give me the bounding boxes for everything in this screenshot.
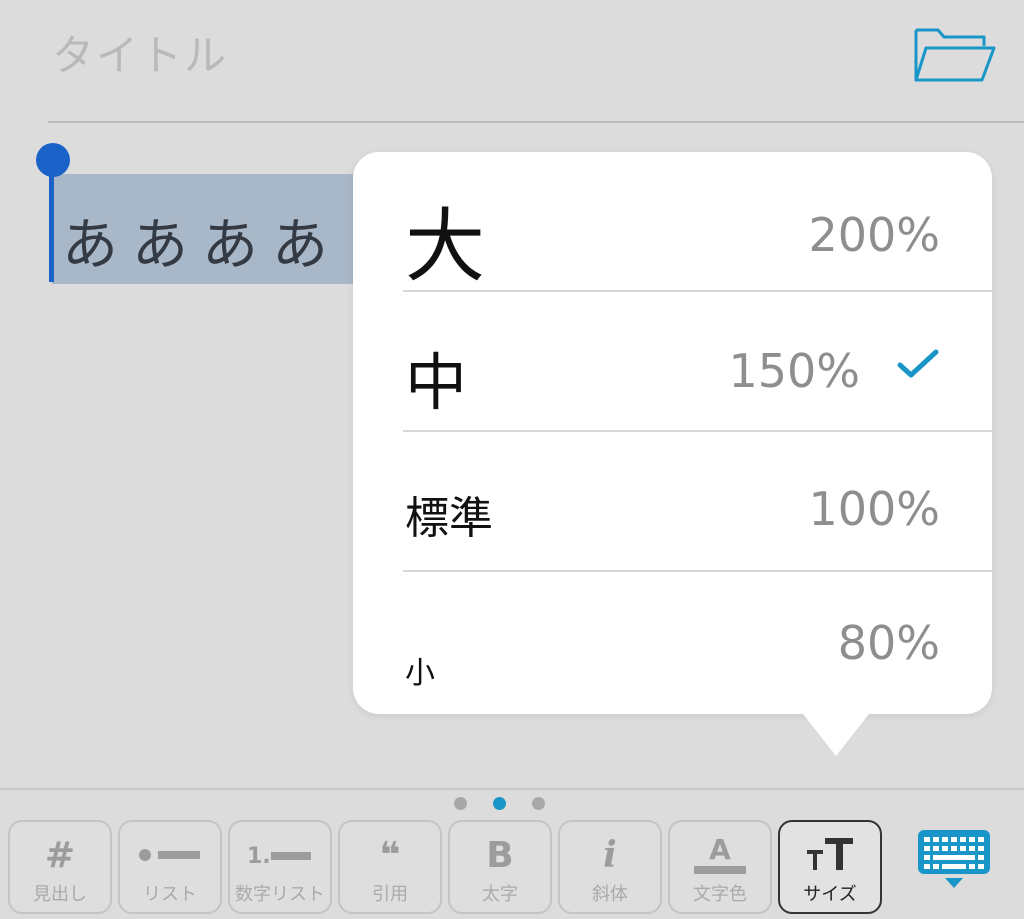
tool-label: 太字 — [482, 884, 518, 905]
size-option-label: 小 — [405, 656, 435, 691]
tool-label: 文字色 — [693, 884, 747, 905]
size-option-large[interactable]: 大 200% — [353, 152, 992, 293]
checkmark-icon — [896, 348, 940, 380]
page-dot-active[interactable] — [493, 797, 506, 810]
toolbar-divider — [0, 788, 1024, 790]
size-option-medium[interactable]: 中 150% — [353, 292, 992, 432]
text-color-underline — [694, 866, 746, 874]
title-area: タイトル — [0, 0, 1024, 122]
size-option-label: 標準 — [405, 493, 493, 544]
bold-icon: B — [486, 834, 514, 876]
text-color-letter: A — [709, 833, 731, 866]
tool-label: 引用 — [372, 884, 408, 905]
tool-label: 斜体 — [592, 884, 628, 905]
size-option-label: 大 — [405, 200, 485, 293]
tool-label: サイズ — [803, 884, 857, 905]
tool-label: 見出し — [33, 884, 87, 905]
page-dot[interactable] — [454, 797, 467, 810]
size-option-small[interactable]: 小 80% — [353, 572, 992, 712]
italic-icon: i — [603, 834, 617, 876]
size-option-percent: 200% — [808, 208, 940, 262]
heading-button[interactable]: # 見出し — [8, 820, 112, 914]
numbered-list-icon: 1. — [230, 832, 330, 878]
bullet-list-icon — [120, 832, 220, 878]
text-color-button[interactable]: A 文字色 — [668, 820, 772, 914]
folder-open-icon[interactable] — [910, 22, 998, 86]
selection-handle-bar[interactable] — [49, 160, 54, 282]
text-size-button[interactable]: サイズ — [778, 820, 882, 914]
selection-start-handle[interactable] — [36, 143, 70, 177]
bold-button[interactable]: B 太字 — [448, 820, 552, 914]
keyboard-dismiss-icon[interactable] — [914, 826, 994, 892]
size-option-label: 中 — [405, 346, 468, 419]
text-color-icon: A — [670, 832, 770, 878]
size-option-standard[interactable]: 標準 100% — [353, 432, 992, 572]
quote-icon: ❝ — [379, 834, 401, 876]
heading-icon: # — [44, 834, 76, 876]
text-size-popover: 大 200% 中 150% 標準 100% 小 80% — [353, 152, 992, 714]
text-size-icon — [780, 832, 880, 878]
italic-button[interactable]: i 斜体 — [558, 820, 662, 914]
editor-body-text[interactable]: ああああ — [62, 200, 342, 281]
title-divider — [48, 121, 1024, 123]
size-option-percent: 80% — [837, 616, 940, 670]
quote-button[interactable]: ❝ 引用 — [338, 820, 442, 914]
bullet-list-button[interactable]: リスト — [118, 820, 222, 914]
tool-label: リスト — [143, 884, 197, 905]
size-option-percent: 100% — [808, 482, 940, 536]
numbered-list-button[interactable]: 1. 数字リスト — [228, 820, 332, 914]
popover-arrow — [800, 710, 872, 756]
tool-label: 数字リスト — [235, 884, 325, 905]
svg-text:1.: 1. — [247, 844, 271, 867]
title-input[interactable]: タイトル — [52, 22, 228, 83]
page-dot[interactable] — [532, 797, 545, 810]
size-option-percent: 150% — [728, 344, 860, 398]
